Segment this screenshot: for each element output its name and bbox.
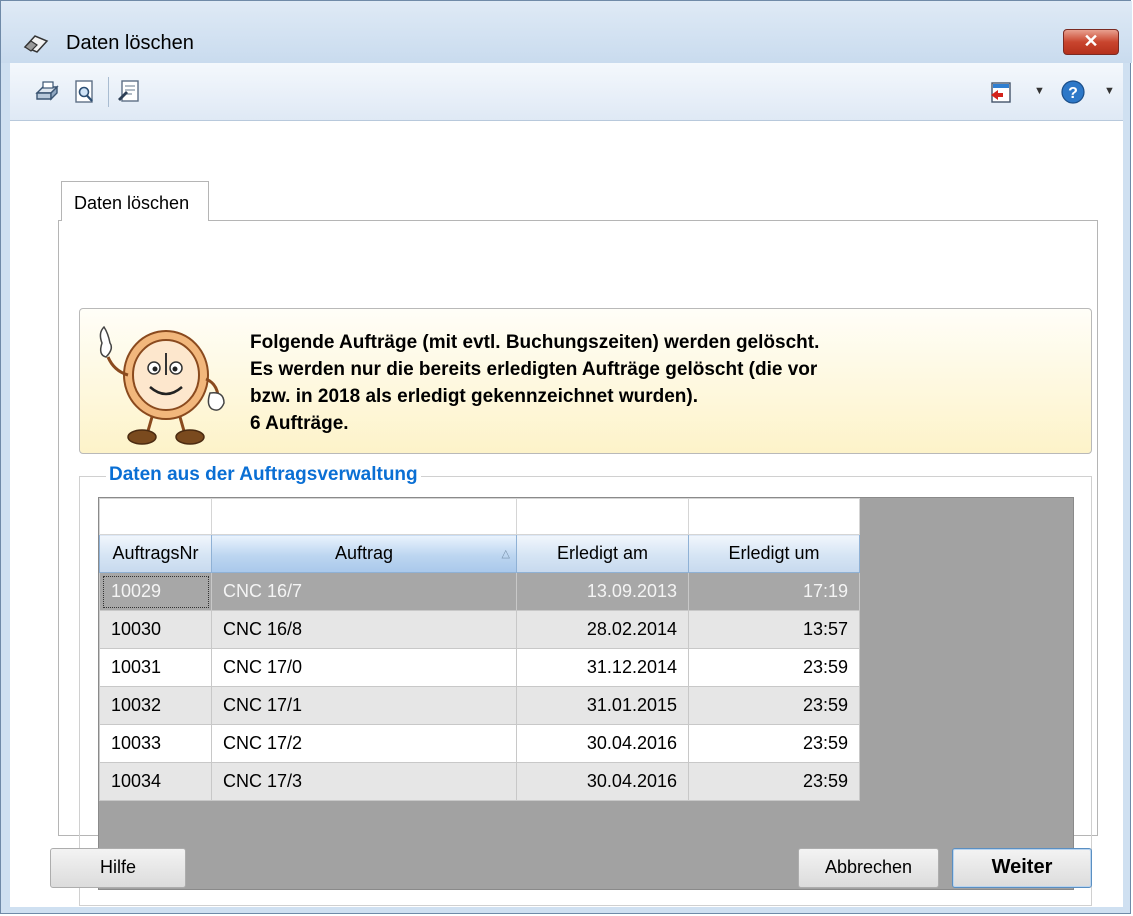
header-row: AuftragsNr Auftrag △ Erledigt am Erledig… (99, 534, 860, 573)
table-row[interactable]: 10032 CNC 17/1 31.01.2015 23:59 (99, 686, 860, 725)
cell-auftrag[interactable]: CNC 16/8 (211, 610, 517, 649)
toolbar: ▼ ? ▼ (10, 63, 1123, 121)
cell-erledigt-am[interactable]: 13.09.2013 (516, 572, 689, 611)
help-button[interactable]: Hilfe (50, 848, 186, 888)
table-row[interactable]: 10029 CNC 16/7 13.09.2013 17:19 (99, 572, 860, 611)
cell-erledigt-am[interactable]: 30.04.2016 (516, 762, 689, 801)
window-title: Daten löschen (66, 32, 194, 54)
print-preview-icon[interactable] (72, 79, 98, 105)
toolbar-separator (108, 77, 109, 107)
cell-erledigt-um[interactable]: 13:57 (688, 610, 860, 649)
dialog-window: Daten löschen ✕ ▼ ? ▼ Folgende Aufträge … (0, 0, 1132, 914)
grid-table: AuftragsNr Auftrag △ Erledigt am Erledig… (99, 498, 860, 801)
cell-auftrag[interactable]: CNC 16/7 (211, 572, 517, 611)
filter-cell[interactable] (688, 498, 860, 535)
column-header-erledigt-um[interactable]: Erledigt um (688, 534, 860, 573)
exit-icon[interactable] (988, 79, 1014, 105)
filter-row (99, 498, 860, 535)
clock-mascot-icon (99, 325, 225, 445)
help-icon[interactable]: ? (1060, 79, 1086, 105)
filter-cell[interactable] (211, 498, 517, 535)
cell-erledigt-um[interactable]: 23:59 (688, 648, 860, 687)
table-row[interactable]: 10034 CNC 17/3 30.04.2016 23:59 (99, 762, 860, 801)
tab-control: Folgende Aufträge (mit evtl. Buchungszei… (50, 151, 1100, 906)
tab-join (62, 219, 208, 222)
info-count-text: 6 Aufträge. (250, 413, 349, 434)
sort-ascending-icon: △ (501, 548, 510, 560)
filter-cell[interactable] (516, 498, 689, 535)
table-row[interactable]: 10031 CNC 17/0 31.12.2014 23:59 (99, 648, 860, 687)
table-row[interactable]: 10030 CNC 16/8 28.02.2014 13:57 (99, 610, 860, 649)
close-button[interactable]: ✕ (1063, 29, 1119, 55)
group-box-title: Daten aus der Auftragsverwaltung (106, 464, 421, 486)
column-header-label: Auftrag (334, 543, 394, 563)
cell-erledigt-um[interactable]: 23:59 (688, 762, 860, 801)
export-document-icon[interactable] (116, 79, 142, 105)
eraser-icon (23, 35, 49, 53)
cell-auftragsnr[interactable]: 10029 (99, 572, 212, 611)
info-text-line: Es werden nur die bereits erledigten Auf… (250, 359, 818, 380)
info-text-line: bzw. in 2018 als erledigt gekennzeichnet… (250, 386, 699, 407)
cell-auftrag[interactable]: CNC 17/0 (211, 648, 517, 687)
cell-erledigt-um[interactable]: 17:19 (688, 572, 860, 611)
column-header-auftrag[interactable]: Auftrag △ (211, 534, 517, 573)
cell-erledigt-am[interactable]: 30.04.2016 (516, 724, 689, 763)
info-box: Folgende Aufträge (mit evtl. Buchungszei… (79, 308, 1092, 454)
filter-cell[interactable] (99, 498, 212, 535)
tab-page: Folgende Aufträge (mit evtl. Buchungszei… (58, 220, 1098, 906)
next-button[interactable]: Weiter (952, 848, 1092, 888)
cell-erledigt-um[interactable]: 23:59 (688, 686, 860, 725)
cell-auftragsnr[interactable]: 10031 (99, 648, 212, 687)
help-dropdown-arrow-icon[interactable]: ▼ (1104, 85, 1115, 97)
cell-erledigt-um[interactable]: 23:59 (688, 724, 860, 763)
column-header-auftragsnr[interactable]: AuftragsNr (99, 534, 212, 573)
svg-text:?: ? (1068, 85, 1078, 102)
exit-dropdown-arrow-icon[interactable]: ▼ (1034, 85, 1045, 97)
cell-erledigt-am[interactable]: 31.12.2014 (516, 648, 689, 687)
cell-auftragsnr[interactable]: 10032 (99, 686, 212, 725)
cell-auftragsnr[interactable]: 10030 (99, 610, 212, 649)
cell-erledigt-am[interactable]: 28.02.2014 (516, 610, 689, 649)
cancel-button[interactable]: Abbrechen (798, 848, 939, 888)
cell-auftragsnr[interactable]: 10034 (99, 762, 212, 801)
cell-auftrag[interactable]: CNC 17/3 (211, 762, 517, 801)
cell-auftrag[interactable]: CNC 17/1 (211, 686, 517, 725)
info-text-line: Folgende Aufträge (mit evtl. Buchungszei… (250, 332, 820, 353)
column-header-erledigt-am[interactable]: Erledigt am (516, 534, 689, 573)
group-box-auftragsverwaltung: Daten aus der Auftragsverwaltung Auftrag… (79, 464, 1092, 906)
print-icon[interactable] (34, 79, 60, 105)
cell-auftrag[interactable]: CNC 17/2 (211, 724, 517, 763)
title-bar[interactable]: Daten löschen ✕ (1, 1, 1132, 63)
cell-erledigt-am[interactable]: 31.01.2015 (516, 686, 689, 725)
tab-daten-loeschen[interactable]: Daten löschen (61, 181, 209, 221)
dialog-client-area: Folgende Aufträge (mit evtl. Buchungszei… (10, 121, 1123, 907)
cell-auftragsnr[interactable]: 10033 (99, 724, 212, 763)
data-grid[interactable]: AuftragsNr Auftrag △ Erledigt am Erledig… (98, 497, 1074, 890)
table-row[interactable]: 10033 CNC 17/2 30.04.2016 23:59 (99, 724, 860, 763)
